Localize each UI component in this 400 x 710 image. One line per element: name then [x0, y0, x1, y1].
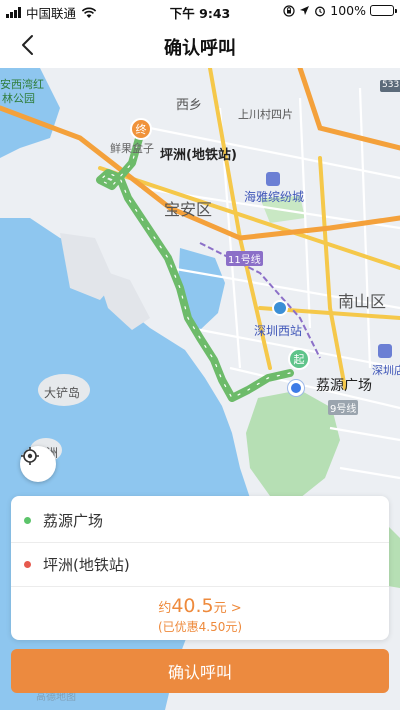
map-label-pingzhou: 坪洲(地铁站) [160, 148, 237, 163]
destination-marker: 终 [130, 118, 152, 140]
trip-card: 荔源广场 坪洲(地铁站) 约40.5元 > (已优惠4.50元) [11, 496, 389, 640]
price-amount: 40.5 [171, 595, 214, 617]
map-label-haiya: 海雅缤纷城 [244, 190, 305, 204]
price-estimate[interactable]: 约40.5元 > (已优惠4.50元) [11, 595, 389, 635]
map-label-xixiang: 西乡 [176, 98, 203, 113]
store-icon [378, 344, 392, 358]
divider [11, 586, 389, 587]
origin-row[interactable]: 荔源广场 [11, 498, 389, 542]
status-right: 100% [283, 3, 397, 18]
price-line: 约40.5元 > [11, 595, 389, 617]
price-suffix: 元 > [213, 601, 242, 616]
alarm-icon [315, 6, 326, 16]
map-label-shangchuan: 上川村四片 [238, 108, 293, 121]
map-label-line9: 9号线 [328, 400, 359, 415]
status-bar: 中国联通 下午 9:43 100% [0, 0, 400, 22]
destination-dot [24, 560, 31, 568]
battery-icon [370, 5, 397, 16]
map-label-baoan: 宝安区 [164, 200, 213, 219]
lock-rotation-icon [283, 4, 295, 17]
destination-marker-label: 终 [135, 123, 147, 136]
map-label-dachan: 大铲岛 [44, 386, 81, 400]
destination-row[interactable]: 坪洲(地铁站) [11, 542, 389, 586]
map-label-nanshan: 南山区 [338, 292, 387, 311]
green-hill [246, 390, 340, 498]
road-shield-label: 533 [382, 80, 400, 90]
destination-label: 坪洲(地铁站) [43, 555, 130, 574]
map-label-shenzhen-west: 深圳西站 [254, 324, 303, 338]
map-label-line11: 11号线 [226, 251, 263, 266]
map-label-shenzhen-store: 深圳店 [372, 364, 400, 377]
metro-station-icon [272, 300, 288, 316]
page-title: 确认呼叫 [164, 38, 236, 59]
battery-percent: 100% [330, 3, 366, 18]
nav-bar: 确认呼叫 [0, 22, 400, 68]
locate-button[interactable] [20, 446, 56, 482]
map-label-xianguo: 鲜果盒子 [110, 142, 154, 155]
discount-text: (已优惠4.50元) [157, 620, 243, 634]
start-marker-label: 起 [293, 353, 305, 366]
start-marker: 起 [288, 348, 310, 370]
location-arrow-icon [300, 6, 310, 15]
confirm-call-button[interactable]: 确认呼叫 [11, 649, 389, 693]
mall-icon [266, 172, 280, 186]
map-label-liyuan: 荔源广场 [316, 378, 372, 394]
price-prefix: 约 [158, 601, 172, 616]
current-location-icon [288, 380, 304, 396]
locate-crosshair-icon [21, 447, 39, 465]
origin-label: 荔源广场 [43, 511, 104, 530]
origin-dot [24, 516, 31, 524]
map-label-west-bay-2: 林公园 [2, 92, 35, 105]
